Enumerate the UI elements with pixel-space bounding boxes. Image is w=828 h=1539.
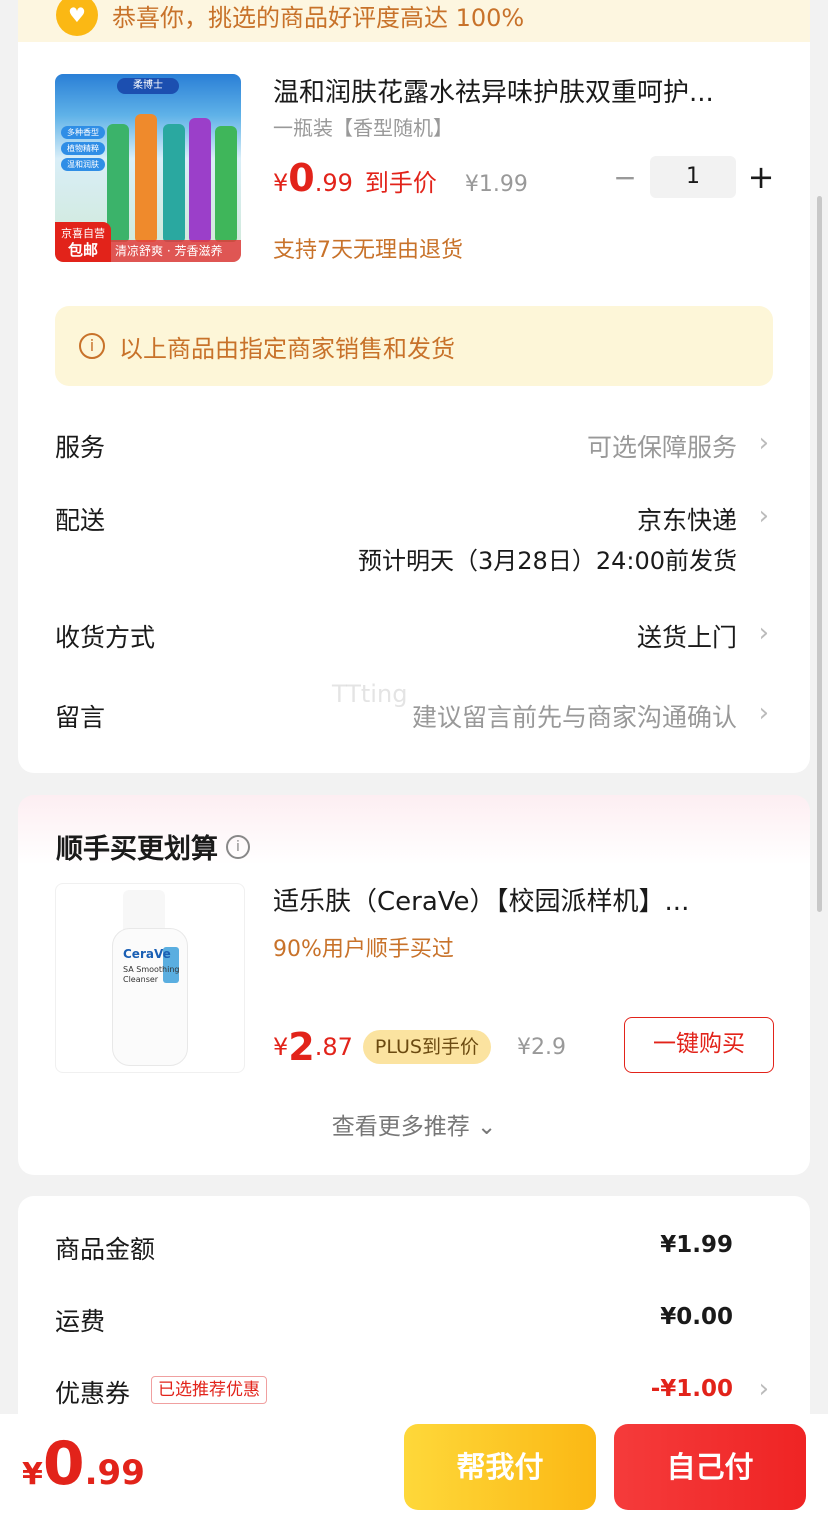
bottle-cap-shape [123, 890, 165, 930]
chevron-right-icon: › [758, 1374, 769, 1404]
quantity-input[interactable]: 1 [650, 156, 736, 198]
product-image[interactable]: 柔博士 多种香型 植物精粹 温和润肤 清凉舒爽 · 芳香滋养 京喜自营 包邮 [55, 74, 241, 262]
top-banner: ♥ 恭喜你，挑选的商品好评度高达 100% [18, 0, 810, 42]
price-currency: ¥ [273, 169, 289, 197]
delivery-value: 京东快递 [636, 506, 737, 535]
bottle-shape [215, 126, 237, 242]
message-label: 留言 [55, 703, 106, 732]
one-click-buy-button[interactable]: 一键购买 [624, 1017, 774, 1073]
goods-amount-value: ¥1.99 [660, 1232, 733, 1258]
price-integer: 0 [288, 156, 315, 200]
self-operated-tag: 京喜自营 [61, 227, 105, 240]
chevron-right-icon: › [758, 618, 769, 648]
receive-method-label: 收货方式 [55, 623, 156, 652]
recommend-bought-ratio: 90%用户顺手买过 [273, 937, 454, 962]
scrollbar[interactable] [817, 196, 822, 912]
coupon-badge: 已选推荐优惠 [151, 1376, 267, 1404]
message-row[interactable]: 留言 建议留言前先与商家沟通确认 › [55, 698, 773, 738]
seller-notice-text: 以上商品由指定商家销售和发货 [119, 334, 455, 363]
bottle-shape [163, 124, 185, 242]
shipping-value: ¥0.00 [660, 1304, 733, 1330]
product-price: ¥ 0 .99 到手价 ¥1.99 [273, 156, 528, 200]
total-decimal: .99 [84, 1453, 145, 1493]
seller-notice: i 以上商品由指定商家销售和发货 [55, 306, 773, 386]
message-placeholder: 建议留言前先与商家沟通确认 [411, 703, 737, 732]
self-pay-button[interactable]: 自己付 [614, 1424, 806, 1510]
recommend-image-brand: CeraVe [123, 947, 171, 961]
price-decimal: .99 [314, 169, 353, 197]
chevron-right-icon: › [758, 501, 769, 531]
friend-pay-button[interactable]: 帮我付 [404, 1424, 596, 1510]
recommend-title-text: 顺手买更划算 [56, 834, 218, 865]
chevron-right-icon: › [758, 698, 769, 728]
bottle-shape [189, 118, 211, 242]
shipping-row: 运费 ¥0.00 [55, 1302, 773, 1342]
service-label: 服务 [55, 433, 106, 462]
service-row[interactable]: 服务 可选保障服务 › [55, 428, 773, 468]
goods-amount-label: 商品金额 [55, 1235, 156, 1264]
coupon-label: 优惠券 [55, 1379, 131, 1408]
price-decimal: .87 [314, 1033, 353, 1061]
delivery-label: 配送 [55, 506, 106, 535]
free-shipping-tag: 京喜自营 包邮 [55, 222, 111, 262]
recommend-title: 顺手买更划算 i [56, 827, 250, 866]
product-image-pill: 植物精粹 [61, 142, 105, 155]
product-image-pill: 温和润肤 [61, 158, 105, 171]
total-price: ¥ 0 .99 [22, 1434, 145, 1494]
recommend-product-image[interactable]: CeraVe SA Smoothing Cleanser [55, 883, 245, 1073]
price-integer: 2 [288, 1025, 315, 1069]
goods-amount-row: 商品金额 ¥1.99 [55, 1230, 773, 1270]
receive-method-row[interactable]: 收货方式 送货上门 › [55, 618, 773, 658]
quantity-stepper: − 1 + [610, 156, 776, 198]
coupon-value: -¥1.00 [650, 1376, 733, 1402]
more-recommendations-link[interactable]: 查看更多推荐 ⌄ [18, 1107, 810, 1141]
product-image-brand: 柔博士 [117, 78, 179, 94]
product-title[interactable]: 温和润肤花露水祛异味护肤双重呵护... [273, 72, 763, 109]
recommend-product-name[interactable]: 适乐肤（CeraVe）【校园派样机】... [273, 881, 773, 918]
total-integer: 0 [42, 1429, 85, 1499]
price-currency: ¥ [273, 1033, 289, 1061]
banner-text: 恭喜你，挑选的商品好评度高达 100% [112, 3, 525, 32]
free-shipping-label: 包邮 [67, 241, 98, 259]
shipping-label: 运费 [55, 1307, 106, 1336]
service-value: 可选保障服务 [586, 433, 737, 462]
increase-button[interactable]: + [746, 158, 776, 196]
delivery-row[interactable]: 配送 京东快递 › 预计明天（3月28日）24:00前发货 [55, 501, 773, 581]
order-card: 柔博士 多种香型 植物精粹 温和润肤 清凉舒爽 · 芳香滋养 京喜自营 包邮 温… [18, 42, 810, 773]
product-spec: 一瓶装【香型随机】 [273, 116, 453, 140]
bottle-shape [135, 114, 157, 242]
thumbs-up-icon: ♥ [56, 0, 98, 36]
delivery-estimate: 预计明天（3月28日）24:00前发货 [358, 547, 737, 575]
recommend-card: 顺手买更划算 i CeraVe SA Smoothing Cleanser 适乐… [18, 795, 810, 1175]
total-currency: ¥ [22, 1457, 43, 1492]
return-policy: 支持7天无理由退货 [273, 238, 463, 263]
checkout-bar: ¥ 0 .99 帮我付 自己付 [0, 1414, 828, 1539]
info-icon: i [79, 333, 105, 359]
receive-method-value: 送货上门 [636, 623, 737, 652]
original-price: ¥1.99 [464, 172, 528, 197]
recommend-image-line: SA Smoothing Cleanser [123, 965, 180, 984]
original-price: ¥2.9 [516, 1034, 566, 1060]
decrease-button[interactable]: − [610, 161, 640, 194]
recommend-price: ¥ 2 .87 PLUS到手价 ¥2.9 [273, 1025, 566, 1069]
price-label: 到手价 [364, 169, 437, 197]
coupon-row[interactable]: 优惠券 已选推荐优惠 -¥1.00 › [55, 1374, 773, 1414]
watermark: TTting [332, 680, 408, 708]
plus-price-badge: PLUS到手价 [362, 1030, 491, 1064]
product-image-caption: 清凉舒爽 · 芳香滋养 [111, 240, 241, 262]
chevron-right-icon: › [758, 428, 769, 458]
product-image-pill: 多种香型 [61, 126, 105, 139]
bottle-shape: CeraVe SA Smoothing Cleanser [112, 928, 188, 1066]
info-icon[interactable]: i [226, 834, 250, 859]
